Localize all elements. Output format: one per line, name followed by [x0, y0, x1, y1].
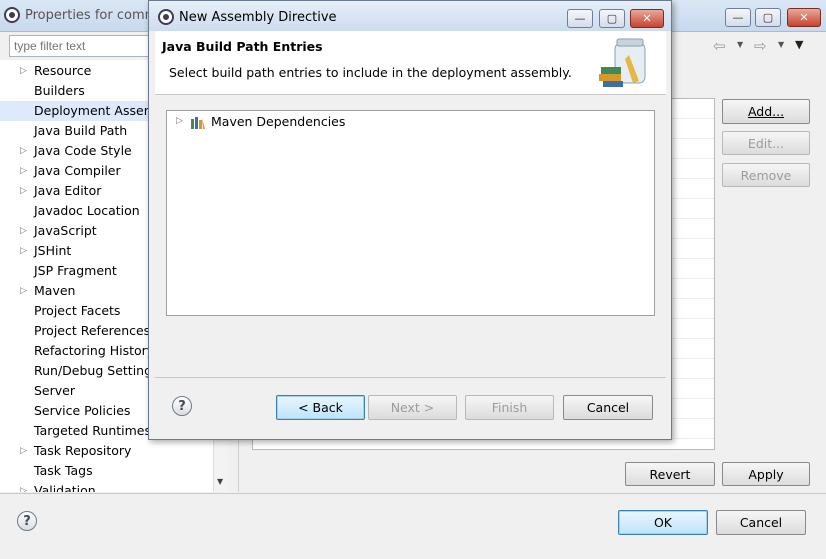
tree-item-label: Run/Debug Settings: [34, 363, 159, 378]
expand-arrow-icon[interactable]: ▷: [176, 116, 183, 126]
revert-button[interactable]: Revert: [625, 462, 715, 486]
expand-arrow-icon[interactable]: ▷: [20, 441, 30, 461]
tree-item-label: Builders: [34, 83, 85, 98]
view-menu-icon[interactable]: ▼: [795, 38, 803, 51]
finish-button-label: Finish: [491, 400, 528, 415]
back-arrow-icon[interactable]: ⇦: [713, 37, 726, 55]
close-button[interactable]: ✕: [787, 8, 821, 27]
tree-item-label: Validation: [34, 483, 96, 492]
expand-arrow-icon[interactable]: ▷: [20, 161, 30, 181]
tree-entry-label[interactable]: Maven Dependencies: [211, 114, 345, 129]
expand-arrow-icon[interactable]: ▷: [20, 481, 30, 492]
header-description: Select build path entries to include in …: [169, 65, 572, 80]
scroll-down-arrow-icon[interactable]: ▼: [217, 477, 223, 486]
back-button-label: < Back: [298, 400, 343, 415]
dialog-title: New Assembly Directive: [179, 10, 337, 25]
tree-item-label: Server: [34, 383, 75, 398]
tree-item-label: JavaScript: [34, 223, 97, 238]
expand-arrow-icon[interactable]: ▷: [20, 181, 30, 201]
tree-item-label: Task Tags: [34, 463, 93, 478]
eclipse-app-icon: [4, 7, 20, 23]
back-button[interactable]: < Back: [276, 395, 365, 420]
tree-item[interactable]: Task Tags: [0, 461, 214, 481]
tree-item-label: Deployment Assemb: [34, 103, 164, 118]
help-icon[interactable]: ?: [17, 511, 37, 531]
dialog-cancel-button[interactable]: Cancel: [563, 395, 653, 420]
minimize-button[interactable]: —: [725, 8, 751, 27]
next-button-label: Next >: [390, 400, 435, 415]
tree-item-label: Project Facets: [34, 303, 121, 318]
tree-item-label: Maven: [34, 283, 76, 298]
apply-button[interactable]: Apply: [722, 462, 810, 486]
finish-button[interactable]: Finish: [465, 395, 554, 420]
tree-item-label: Task Repository: [34, 443, 132, 458]
tree-item-label: Refactoring History: [34, 343, 155, 358]
tree-item-label: Resource: [34, 63, 92, 78]
tree-item-label: Java Compiler: [34, 163, 121, 178]
dialog-close-button[interactable]: ✕: [630, 9, 664, 28]
dialog-help-icon[interactable]: ?: [172, 396, 192, 416]
tree-item-label: Project References: [34, 323, 151, 338]
tree-item-label: Java Code Style: [34, 143, 132, 158]
forward-dropdown-icon[interactable]: ▼: [778, 40, 784, 49]
add-button-label: Add...: [747, 104, 785, 119]
expand-arrow-icon[interactable]: ▷: [20, 281, 30, 301]
maximize-button[interactable]: ▢: [755, 8, 781, 27]
tree-item-label: Service Policies: [34, 403, 131, 418]
expand-arrow-icon[interactable]: ▷: [20, 141, 30, 161]
tree-item-label: JSHint: [34, 243, 72, 258]
next-button[interactable]: Next >: [368, 395, 457, 420]
jar-library-icon: [599, 38, 646, 87]
apply-button-label: Apply: [748, 466, 784, 482]
bottom-divider: [0, 493, 826, 494]
tree-item-label: Javadoc Location: [34, 203, 140, 218]
dialog-title-bar[interactable]: New Assembly Directive — ▢ ✕: [149, 1, 671, 31]
dialog-maximize-button[interactable]: ▢: [599, 9, 625, 28]
header-title: Java Build Path Entries: [162, 39, 323, 54]
dialog-header: Java Build Path Entries Select build pat…: [155, 31, 666, 95]
back-dropdown-icon[interactable]: ▼: [737, 40, 743, 49]
tree-item-label: JSP Fragment: [34, 263, 117, 278]
tree-item[interactable]: ▷ Task Repository: [0, 441, 214, 461]
edit-button-label: Edit...: [747, 135, 785, 151]
revert-button-label: Revert: [649, 466, 691, 482]
dialog-cancel-button-label: Cancel: [586, 400, 630, 415]
tree-item-label: Java Editor: [34, 183, 102, 198]
edit-button[interactable]: Edit...: [722, 131, 810, 155]
new-assembly-directive-dialog: New Assembly Directive — ▢ ✕ Java Build …: [148, 0, 672, 440]
tree-item[interactable]: ▷ Validation: [0, 481, 214, 492]
tree-item-label: Java Build Path: [34, 123, 128, 138]
expand-arrow-icon[interactable]: ▷: [20, 241, 30, 261]
dialog-app-icon: [158, 9, 174, 25]
expand-arrow-icon[interactable]: ▷: [20, 61, 30, 81]
cancel-button-label: Cancel: [739, 515, 783, 530]
dialog-divider: [155, 377, 666, 378]
forward-arrow-icon[interactable]: ⇨: [754, 37, 767, 55]
remove-button-label: Remove: [740, 167, 792, 183]
main-window-title: Properties for comm: [25, 8, 158, 23]
library-icon: [191, 117, 205, 129]
build-path-entries-tree[interactable]: ▷ Maven Dependencies: [166, 110, 655, 316]
ok-button-label: OK: [653, 515, 673, 530]
dialog-minimize-button[interactable]: —: [567, 9, 593, 28]
cancel-button[interactable]: Cancel: [716, 510, 806, 535]
remove-button[interactable]: Remove: [722, 163, 810, 187]
tree-item-label: Targeted Runtimes: [34, 423, 151, 438]
add-button[interactable]: Add...: [722, 99, 810, 124]
expand-arrow-icon[interactable]: ▷: [20, 221, 30, 241]
ok-button[interactable]: OK: [618, 510, 708, 535]
